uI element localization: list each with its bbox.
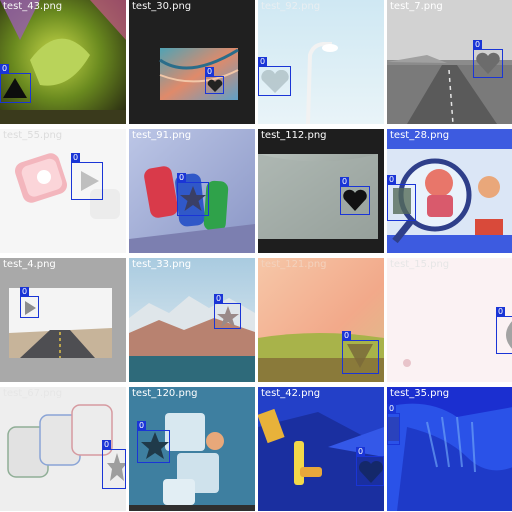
class-label: 0 [342, 331, 352, 340]
scene-image [129, 0, 255, 124]
class-label: 0 [258, 57, 268, 66]
result-tile[interactable]: test_43.png 0 [0, 0, 126, 124]
result-tile[interactable]: test_35.png 0 [387, 387, 512, 511]
tile-filename: test_35.png [390, 388, 450, 399]
class-label: 0 [473, 40, 483, 49]
tile-filename: test_55.png [3, 130, 63, 141]
class-label: 0 [205, 67, 215, 76]
scene-image [258, 387, 384, 511]
class-label: 0 [356, 447, 366, 456]
detection-box[interactable]: 0 [177, 173, 209, 216]
detection-box[interactable]: 0 [387, 404, 400, 445]
class-label: 0 [387, 175, 397, 184]
tile-filename: test_42.png [261, 388, 321, 399]
result-tile[interactable]: test_7.png 0 [387, 0, 512, 124]
result-tile[interactable]: test_30.png 0 [129, 0, 255, 124]
tile-filename: test_33.png [132, 259, 192, 270]
tile-filename: test_112.png [261, 130, 327, 141]
result-tile[interactable]: test_121.png 0 [258, 258, 384, 382]
class-label: 0 [340, 177, 350, 186]
tile-filename: test_4.png [3, 259, 56, 270]
class-label: 0 [177, 173, 187, 182]
class-label: 0 [496, 307, 506, 316]
tile-filename: test_91.png [132, 130, 192, 141]
tile-filename: test_15.png [390, 259, 450, 270]
tile-filename: test_92.png [261, 1, 321, 12]
detection-box[interactable]: 0 [137, 421, 170, 463]
detection-box[interactable]: 0 [342, 331, 379, 374]
detection-box[interactable]: 0 [496, 307, 512, 354]
result-tile[interactable]: test_4.png 0 [0, 258, 126, 382]
detection-box[interactable]: 0 [340, 177, 370, 215]
scene-image [0, 129, 126, 253]
class-label: 0 [0, 64, 10, 73]
detection-box[interactable]: 0 [0, 64, 31, 103]
scene-image [387, 387, 512, 511]
class-label: 0 [71, 153, 81, 162]
result-tile[interactable]: test_55.png 0 [0, 129, 126, 253]
scene-image [387, 258, 512, 382]
result-tile[interactable]: test_92.png 0 [258, 0, 384, 124]
result-tile[interactable]: test_91.png 0 [129, 129, 255, 253]
tile-filename: test_43.png [3, 1, 63, 12]
tile-filename: test_120.png [132, 388, 198, 399]
class-label: 0 [137, 421, 147, 430]
result-tile[interactable]: test_120.png 0 [129, 387, 255, 511]
tile-filename: test_121.png [261, 259, 327, 270]
class-label: 0 [214, 294, 224, 303]
scene-image [0, 258, 126, 382]
result-tile[interactable]: test_15.png 0 [387, 258, 512, 382]
class-label: 0 [387, 404, 397, 413]
result-tile[interactable]: test_33.png 0 [129, 258, 255, 382]
detection-box[interactable]: 0 [20, 287, 39, 318]
class-label: 0 [20, 287, 30, 296]
tile-filename: test_30.png [132, 1, 192, 12]
scene-image [0, 0, 126, 124]
tile-filename: test_67.png [3, 388, 63, 399]
detection-results-grid: test_43.png 0 test_30.png 0 test_92.png … [0, 0, 512, 512]
detection-box[interactable]: 0 [71, 153, 103, 200]
detection-box[interactable]: 0 [205, 67, 224, 94]
detection-box[interactable]: 0 [356, 447, 384, 486]
scene-image [258, 0, 384, 124]
class-label: 0 [102, 440, 112, 449]
tile-filename: test_7.png [390, 1, 443, 12]
result-tile[interactable]: test_42.png 0 [258, 387, 384, 511]
detection-box[interactable]: 0 [258, 57, 291, 96]
detection-box[interactable]: 0 [102, 440, 126, 489]
detection-box[interactable]: 0 [473, 40, 503, 78]
detection-box[interactable]: 0 [214, 294, 241, 329]
tile-filename: test_28.png [390, 130, 450, 141]
result-tile[interactable]: test_67.png 0 [0, 387, 126, 511]
result-tile[interactable]: test_112.png 0 [258, 129, 384, 253]
result-tile[interactable]: test_28.png 0 [387, 129, 512, 253]
detection-box[interactable]: 0 [387, 175, 416, 221]
